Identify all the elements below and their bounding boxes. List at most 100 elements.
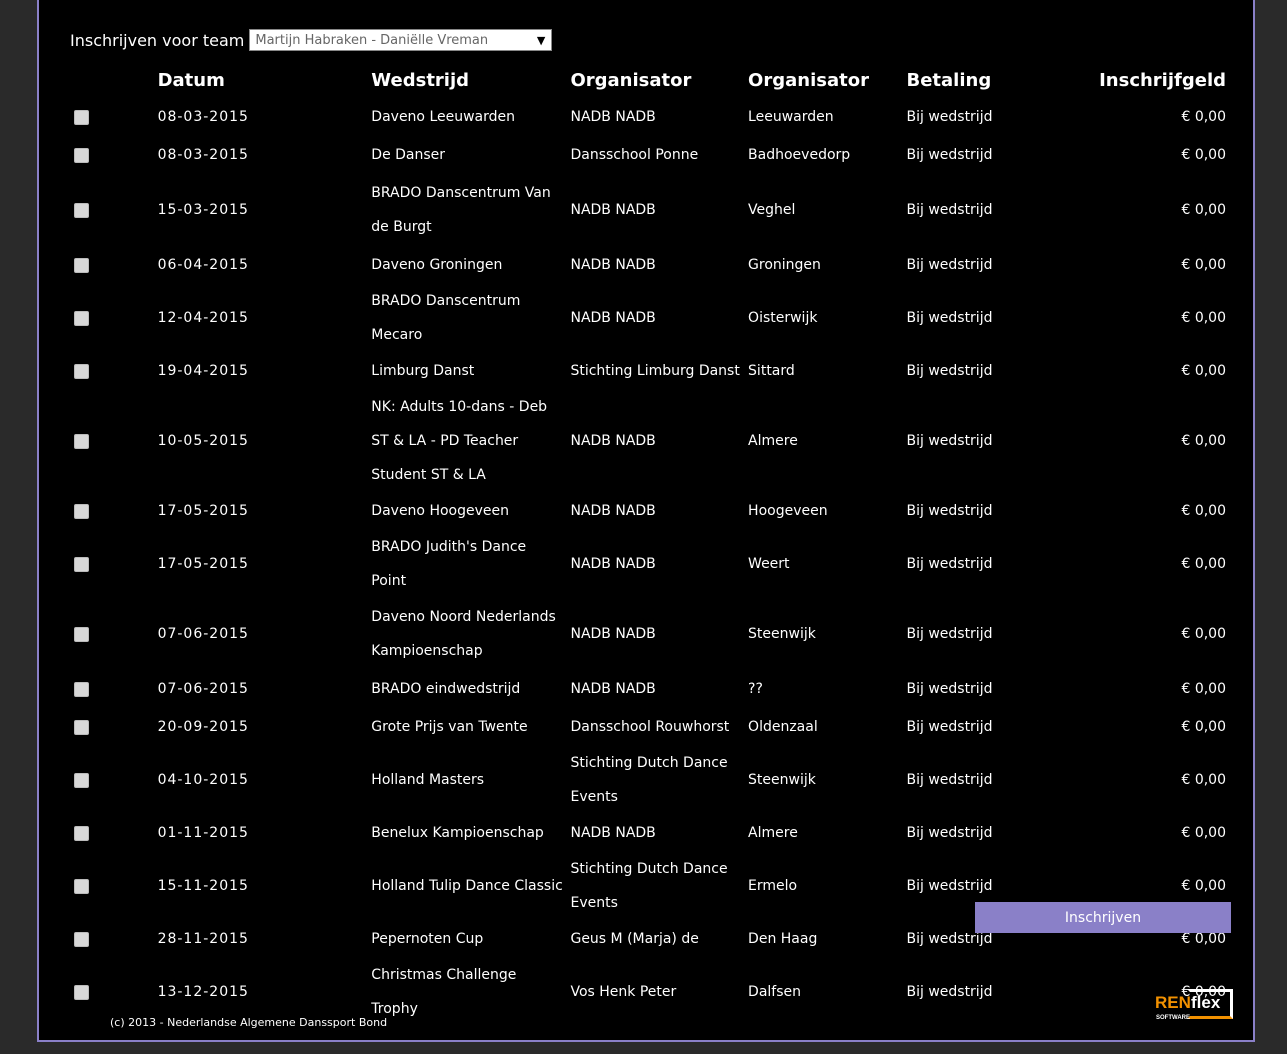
row-select-cell <box>66 814 158 852</box>
table-row: 15-03-2015 BRADO Danscentrum Van de Burgt… <box>66 174 1226 246</box>
cell-organizer: Stichting Dutch Dance Events <box>570 755 728 805</box>
cell-event: Daveno Groningen <box>371 257 503 273</box>
cell-city: Veghel <box>748 202 796 218</box>
cell-organizer: Stichting Dutch Dance Events <box>570 861 728 911</box>
cell-city: Oisterwijk <box>748 310 818 326</box>
row-checkbox[interactable] <box>74 109 89 125</box>
row-checkbox[interactable] <box>74 681 89 697</box>
logo-ren-text: REN <box>1155 993 1191 1012</box>
cell-organizer: NADB NADB <box>570 433 656 449</box>
cell-organizer: NADB NADB <box>570 503 656 519</box>
cell-event: De Danser <box>371 147 446 163</box>
cell-fee: € 0,00 <box>1181 626 1226 642</box>
cell-organizer: NADB NADB <box>570 681 656 697</box>
row-select-cell <box>66 598 158 670</box>
row-select-cell <box>66 670 158 708</box>
row-checkbox[interactable] <box>74 626 89 642</box>
row-checkbox[interactable] <box>74 202 89 218</box>
team-selector-row: Inschrijven voor team Martijn Habraken -… <box>70 28 553 52</box>
cell-event: NK: Adults 10-dans - Deb ST & LA - PD Te… <box>371 399 548 483</box>
cell-organizer: NADB NADB <box>570 310 656 326</box>
row-select-cell <box>66 98 158 136</box>
row-checkbox[interactable] <box>74 257 89 273</box>
cell-city: ?? <box>748 681 763 697</box>
header-datum: Datum <box>157 69 225 91</box>
cell-event: Holland Tulip Dance Classic <box>371 878 563 894</box>
table-row: 04-10-2015 Holland Masters Stichting Dutch… <box>66 746 1226 814</box>
cell-payment: Bij wedstrijd <box>906 433 993 449</box>
cell-city: Oldenzaal <box>748 719 818 735</box>
cell-event: Daveno Hoogeveen <box>371 503 509 519</box>
table-row: 01-11-2015 Benelux Kampioenschap NADB NADB… <box>66 814 1226 852</box>
table-row: 07-06-2015 Daveno Noord Nederlands Kampio… <box>66 598 1226 670</box>
cell-fee: € 0,00 <box>1181 825 1226 841</box>
cell-organizer: Dansschool Ponne <box>570 147 699 163</box>
cell-event: Grote Prijs van Twente <box>371 719 528 735</box>
row-select-cell <box>66 920 158 958</box>
cell-city: Steenwijk <box>748 772 816 788</box>
row-checkbox[interactable] <box>74 556 89 572</box>
table-row: 20-09-2015 Grote Prijs van Twente Dansscho… <box>66 708 1226 746</box>
header-betaling: Betaling <box>906 69 992 91</box>
cell-organizer: Geus M (Marja) de <box>570 931 699 947</box>
cell-payment: Bij wedstrijd <box>906 257 993 273</box>
row-checkbox[interactable] <box>74 433 89 449</box>
chevron-down-icon: ▼ <box>536 33 546 47</box>
table-row: 19-04-2015 Limburg Danst Stichting Limburg… <box>66 352 1226 390</box>
row-checkbox[interactable] <box>74 931 89 947</box>
cell-date: 20-09-2015 <box>157 719 249 735</box>
cell-city: Den Haag <box>748 931 818 947</box>
cell-fee: € 0,00 <box>1181 202 1226 218</box>
cell-event: Daveno Noord Nederlands Kampioenschap <box>371 609 556 659</box>
cell-fee: € 0,00 <box>1181 147 1226 163</box>
cell-city: Steenwijk <box>748 626 816 642</box>
cell-city: Sittard <box>748 363 795 379</box>
table-row: 07-06-2015 BRADO eindwedstrijd NADB NADB??… <box>66 670 1226 708</box>
row-checkbox[interactable] <box>74 719 89 735</box>
cell-date: 19-04-2015 <box>157 363 249 379</box>
cell-payment: Bij wedstrijd <box>906 503 993 519</box>
cell-fee: € 0,00 <box>1181 681 1226 697</box>
row-checkbox[interactable] <box>74 147 89 163</box>
cell-organizer: NADB NADB <box>570 556 656 572</box>
cell-fee: € 0,00 <box>1181 109 1226 125</box>
renflex-logo: REN flex SOFTWARE <box>1153 987 1241 1027</box>
cell-city: Badhoevedorp <box>748 147 851 163</box>
cell-event: Daveno Leeuwarden <box>371 109 516 125</box>
row-checkbox[interactable] <box>74 772 89 788</box>
row-checkbox[interactable] <box>74 878 89 894</box>
cell-payment: Bij wedstrijd <box>906 626 993 642</box>
cell-payment: Bij wedstrijd <box>906 825 993 841</box>
cell-organizer: NADB NADB <box>570 257 656 273</box>
row-select-cell <box>66 852 158 920</box>
row-checkbox[interactable] <box>74 503 89 519</box>
submit-button[interactable]: Inschrijven <box>975 902 1231 933</box>
cell-fee: € 0,00 <box>1181 556 1226 572</box>
cell-payment: Bij wedstrijd <box>906 147 993 163</box>
row-checkbox[interactable] <box>74 984 89 1000</box>
header-organisator: Organisator <box>570 69 692 91</box>
cell-city: Hoogeveen <box>748 503 828 519</box>
cell-organizer: Vos Henk Peter <box>570 984 677 1000</box>
cell-event: Pepernoten Cup <box>371 931 484 947</box>
cell-payment: Bij wedstrijd <box>906 772 993 788</box>
table-header-row: Datum Wedstrijd Organisator Organisator … <box>66 62 1226 98</box>
cell-organizer: NADB NADB <box>570 825 656 841</box>
cell-city: Dalfsen <box>748 984 802 1000</box>
row-checkbox[interactable] <box>74 363 89 379</box>
cell-date: 15-11-2015 <box>157 878 249 894</box>
cell-date: 01-11-2015 <box>157 825 249 841</box>
table-row: 10-05-2015 NK: Adults 10-dans - Deb ST & … <box>66 390 1226 492</box>
cell-payment: Bij wedstrijd <box>906 202 993 218</box>
cell-fee: € 0,00 <box>1181 433 1226 449</box>
cell-payment: Bij wedstrijd <box>906 681 993 697</box>
row-checkbox[interactable] <box>74 825 89 841</box>
row-checkbox[interactable] <box>74 310 89 326</box>
cell-payment: Bij wedstrijd <box>906 556 993 572</box>
cell-fee: € 0,00 <box>1181 503 1226 519</box>
team-select[interactable]: Martijn Habraken - Daniëlle Vreman ▼ <box>249 29 553 51</box>
cell-event: BRADO Danscentrum Van de Burgt <box>371 185 551 235</box>
cell-event: BRADO Judith's Dance Point <box>371 539 527 589</box>
cell-city: Almere <box>748 825 798 841</box>
row-select-cell <box>66 352 158 390</box>
